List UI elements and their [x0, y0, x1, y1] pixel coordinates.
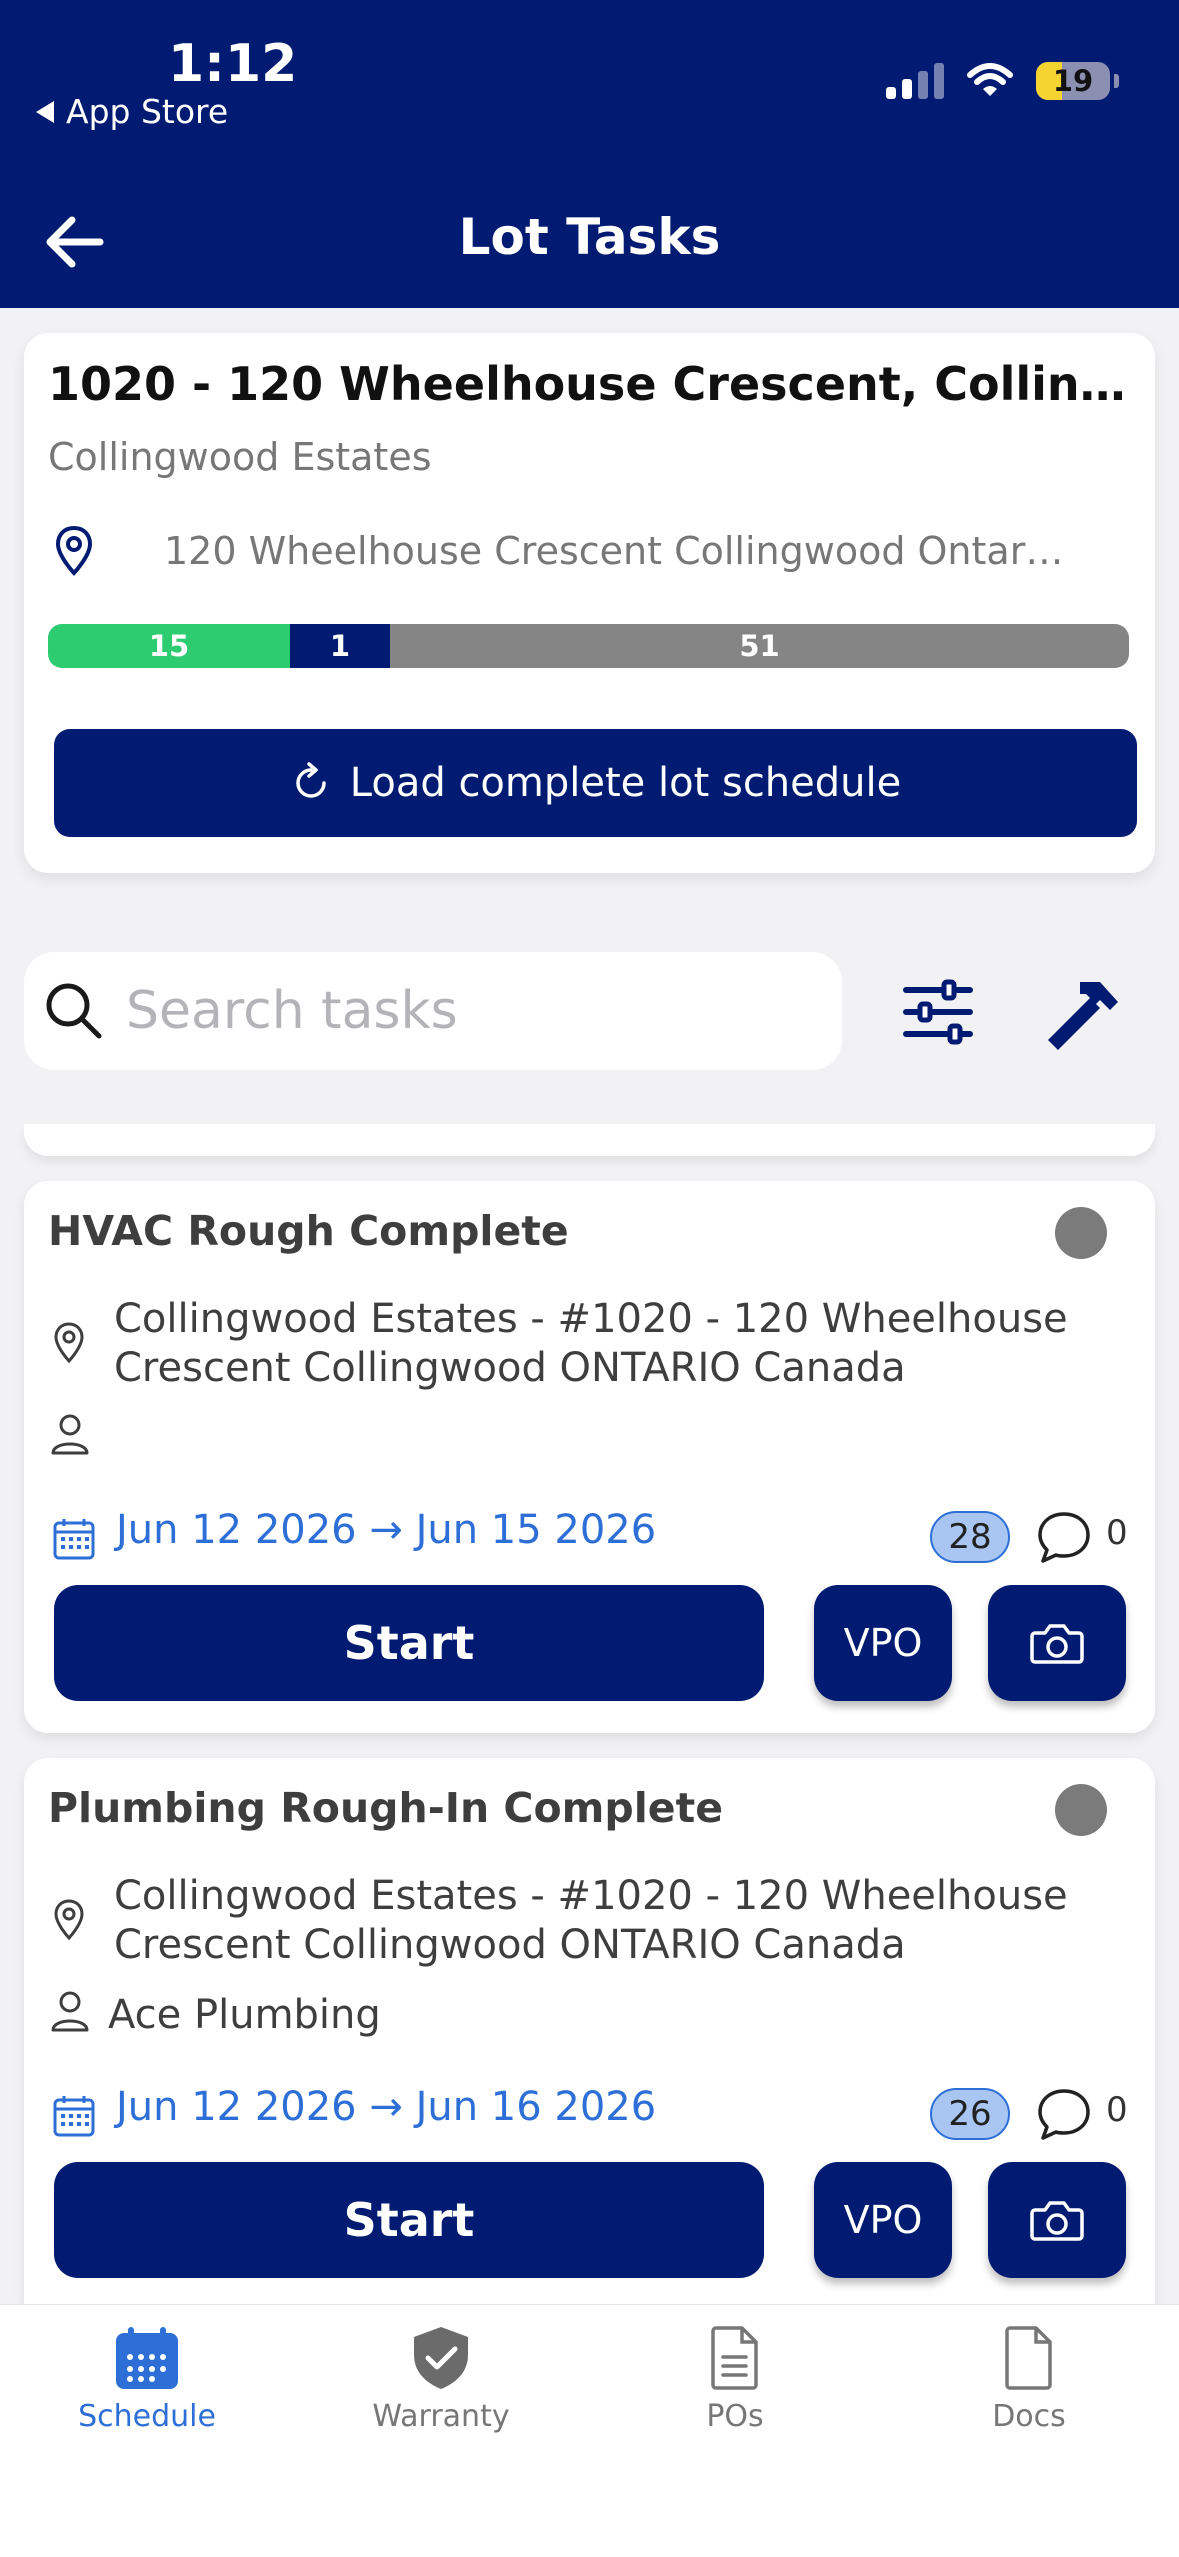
tab-schedule[interactable]: Schedule — [0, 2325, 294, 2485]
back-app-label: App Store — [66, 92, 229, 131]
vpo-button[interactable]: VPO — [814, 2162, 952, 2278]
task-count-badge: 26 — [930, 2088, 1010, 2140]
wifi-icon — [967, 63, 1013, 96]
filter-sliders-icon[interactable] — [898, 972, 978, 1052]
task-assignee: Ace Plumbing — [108, 1992, 381, 2038]
back-triangle-icon — [36, 100, 54, 123]
camera-button[interactable] — [988, 2162, 1126, 2278]
lot-address-row: 120 Wheelhouse Crescent Collingwood Onta… — [54, 525, 1124, 577]
task-title: HVAC Rough Complete — [48, 1207, 569, 1255]
battery-icon: 19 — [1036, 62, 1110, 100]
task-location: Collingwood Estates - #1020 - 120 Wheelh… — [114, 1873, 1068, 1968]
load-schedule-label: Load complete lot schedule — [349, 760, 902, 806]
comment-count: 0 — [1106, 2090, 1128, 2130]
tab-docs[interactable]: Docs — [882, 2325, 1176, 2485]
task-date-range: Jun 12 2026 → Jun 15 2026 — [116, 1507, 657, 1553]
task-card[interactable]: HVAC Rough Complete Collingwood Estates … — [24, 1181, 1155, 1733]
person-icon — [51, 1991, 89, 2032]
tab-label: Warranty — [372, 2399, 510, 2434]
comment-bubble-icon[interactable] — [1036, 1509, 1092, 1565]
bottom-tab-bar: Schedule Warranty POs Docs — [0, 2304, 1179, 2557]
search-icon — [46, 983, 102, 1039]
comment-count: 0 — [1106, 1513, 1128, 1553]
tab-label: Schedule — [78, 2399, 216, 2434]
start-task-button[interactable]: Start — [54, 1585, 764, 1701]
task-location: Collingwood Estates - #1020 - 120 Wheelh… — [114, 1296, 1068, 1391]
person-icon — [51, 1414, 89, 1455]
task-card[interactable]: Plumbing Rough-In Complete Collingwood E… — [24, 1758, 1155, 2304]
document-lines-icon — [711, 2326, 758, 2390]
task-date-range: Jun 12 2026 → Jun 16 2026 — [116, 2084, 657, 2130]
progress-not-started: 51 — [390, 624, 1129, 668]
back-to-app-store[interactable]: App Store — [36, 92, 228, 131]
tab-pos[interactable]: POs — [588, 2325, 882, 2485]
hammer-icon[interactable] — [1040, 972, 1126, 1058]
calendar-icon — [116, 2327, 178, 2389]
shield-check-icon — [414, 2327, 468, 2389]
location-pin-icon — [55, 525, 93, 576]
calendar-icon — [53, 2096, 95, 2137]
comment-bubble-icon[interactable] — [1036, 2086, 1092, 2142]
battery-level: 19 — [1052, 64, 1094, 98]
lot-name: 1020 - 120 Wheelhouse Crescent, Collingw… — [48, 357, 1133, 411]
location-pin-icon — [54, 1899, 84, 1941]
task-count-badge: 28 — [930, 1511, 1010, 1563]
lot-community: Collingwood Estates — [48, 435, 432, 479]
tab-label: POs — [706, 2399, 764, 2434]
page-title: Lot Tasks — [458, 208, 721, 266]
task-status-dot — [1055, 1784, 1107, 1836]
document-icon — [1005, 2326, 1052, 2390]
camera-icon — [1030, 1624, 1084, 1664]
tab-label: Docs — [992, 2399, 1066, 2434]
location-pin-icon — [54, 1322, 84, 1364]
camera-icon — [1030, 2201, 1084, 2241]
app-header: 1:12 App Store 19 Lot Tasks — [0, 0, 1179, 308]
tab-warranty[interactable]: Warranty — [294, 2325, 588, 2485]
load-schedule-button[interactable]: Load complete lot schedule — [54, 729, 1137, 837]
task-title: Plumbing Rough-In Complete — [48, 1784, 724, 1832]
refresh-icon — [296, 762, 326, 798]
battery-tip — [1114, 74, 1119, 88]
cellular-signal-icon — [886, 63, 944, 99]
status-icons: 19 — [886, 62, 1119, 100]
progress-complete: 15 — [48, 624, 290, 668]
vpo-button[interactable]: VPO — [814, 1585, 952, 1701]
previous-task-card-edge — [24, 1124, 1155, 1156]
status-time: 1:12 — [168, 34, 298, 94]
camera-button[interactable] — [988, 1585, 1126, 1701]
lot-progress-bar: 15 1 51 — [48, 624, 1129, 668]
lot-address: 120 Wheelhouse Crescent Collingwood Onta… — [164, 529, 1064, 573]
start-task-button[interactable]: Start — [54, 2162, 764, 2278]
search-input[interactable] — [124, 980, 808, 1042]
lot-summary-card: 1020 - 120 Wheelhouse Crescent, Collingw… — [24, 333, 1155, 873]
calendar-icon — [53, 1519, 95, 1560]
progress-in-progress: 1 — [290, 624, 390, 668]
search-bar — [24, 952, 842, 1070]
task-status-dot — [1055, 1207, 1107, 1259]
